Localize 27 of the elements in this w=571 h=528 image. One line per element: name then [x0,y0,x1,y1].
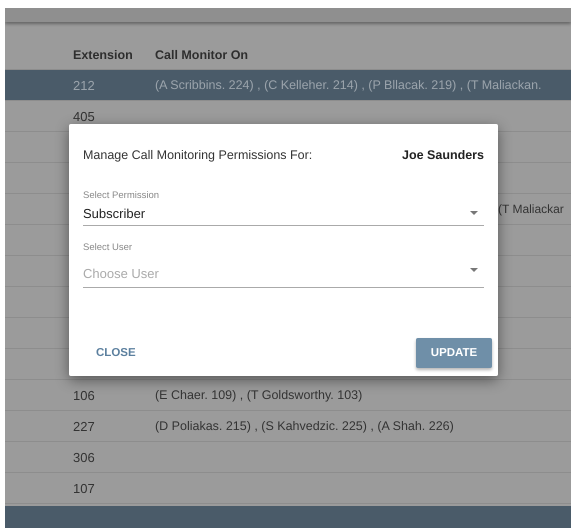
table-row[interactable]: 107 [5,473,571,504]
table-cell-text: 405 [72,108,96,124]
dialog-title: Manage Call Monitoring Permissions For: [83,148,312,162]
table-cell-text: 227 [72,418,96,434]
table-cell-text: 306 [72,450,96,464]
column-header: Extension [72,48,134,62]
table-cell-text: 107 [72,480,96,496]
close-button[interactable]: CLOSE [83,339,149,367]
user-name: Joe Saunders [402,148,484,162]
column-header: Call Monitor On [155,48,248,62]
table-row[interactable]: 227 (D Poliakas. 215) , (S Kahvedzic. 225) , (A Shah. 226) [5,411,571,442]
table-cell: (T Maliackar [498,202,564,216]
table-row[interactable]: 212 (A Scribbins. 224) , (C Kelleher. 214) , (P Bllacak. 219) , (T Maliackan. [5,70,571,101]
table-cell-text: 106 [72,388,96,402]
select-field[interactable]: Choose User [83,253,484,288]
table-cell: (A Scribbins. 224) , (C Kelleher. 214) , (P Bllacak. 219) , (T Maliackan. [155,78,542,92]
caret-icon [470,268,478,272]
field-label: Select Permission [83,190,160,201]
update-button[interactable]: UPDATE [416,338,492,368]
table-row[interactable]: 106 (E Chaer. 109) , (T Goldsworthy. 103) [5,380,571,411]
table-cell: (D Poliakas. 215) , (S Kahvedzic. 225) , (A Shah. 226) [155,419,454,433]
caret-icon [470,211,478,215]
select-field[interactable]: Subscriber [83,201,484,226]
table-cell: (E Chaer. 109) , (T Goldsworthy. 103) [155,388,362,402]
table-row[interactable]: 306 [5,442,571,473]
table-cell-text: 212 [72,78,96,92]
field-label: Select User [83,242,134,253]
